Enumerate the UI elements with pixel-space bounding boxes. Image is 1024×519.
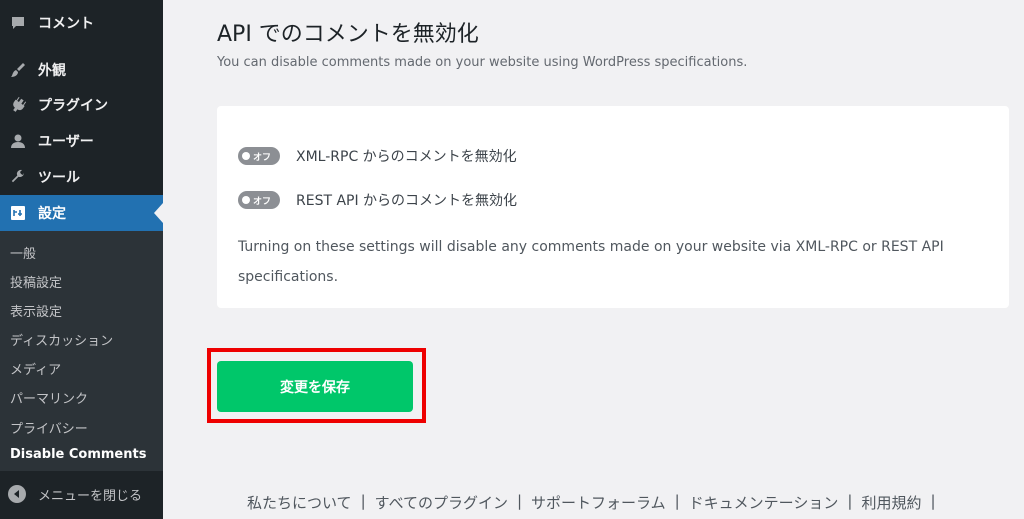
toggle-state-label: オフ [253, 152, 272, 163]
help-text: Turning on these settings will disable a… [238, 239, 944, 285]
menu-item-label: コメント [38, 16, 94, 32]
submenu-item-general[interactable]: 一般 [10, 243, 36, 262]
menu-item-label: ツール [38, 170, 80, 186]
footer-link-documentation[interactable]: ドキュメンテーション [689, 492, 839, 513]
section-title: API でのコメントを無効化 [217, 22, 479, 47]
footer-separator: | [847, 492, 853, 510]
collapse-menu-button[interactable]: メニューを閉じる [0, 474, 163, 514]
footer-link-terms[interactable]: 利用規約 [861, 492, 921, 513]
section-description: You can disable comments made on your we… [217, 55, 748, 70]
comment-icon [8, 13, 28, 33]
submenu-item-disable-comments[interactable]: Disable Comments [10, 447, 146, 462]
footer-separator: | [674, 492, 680, 510]
restapi-toggle-label: REST API からのコメントを無効化 [296, 193, 518, 209]
menu-item-plugins[interactable]: プラグイン [0, 87, 163, 123]
submenu-item-privacy[interactable]: プライバシー [10, 418, 88, 437]
footer-links: 私たちについて | すべてのプラグイン | サポートフォーラム | ドキュメンテ… [247, 492, 945, 513]
menu-item-comments[interactable]: コメント [0, 5, 163, 41]
menu-item-settings[interactable]: 設定 [0, 195, 163, 231]
settings-icon [8, 203, 28, 223]
toggle-knob [242, 152, 250, 160]
menu-item-tools[interactable]: ツール [0, 159, 163, 195]
menu-item-label: ユーザー [38, 134, 94, 150]
footer-link-about[interactable]: 私たちについて [247, 492, 352, 513]
user-icon [8, 131, 28, 151]
footer-link-all-plugins[interactable]: すべてのプラグイン [375, 492, 508, 513]
wrench-icon [8, 167, 28, 187]
footer-link-support-forum[interactable]: サポートフォーラム [531, 492, 666, 513]
menu-item-users[interactable]: ユーザー [0, 123, 163, 159]
xmlrpc-toggle[interactable]: オフ [238, 147, 280, 165]
toggle-row-restapi: オフ REST API からのコメントを無効化 [238, 190, 517, 210]
footer-separator: | [930, 492, 936, 510]
toggle-knob [242, 196, 250, 204]
paintbrush-icon [8, 60, 28, 80]
menu-item-label: プラグイン [38, 98, 108, 114]
footer-separator: | [516, 492, 523, 510]
plugin-icon [8, 95, 28, 115]
save-changes-button[interactable]: 変更を保存 [217, 361, 413, 412]
submenu-item-reading[interactable]: 表示設定 [10, 301, 62, 320]
submenu-item-permalinks[interactable]: パーマリンク [10, 388, 88, 407]
menu-item-label: 設定 [38, 206, 66, 222]
toggle-state-label: オフ [253, 196, 272, 207]
main-content: API でのコメントを無効化 You can disable comments … [163, 0, 1024, 519]
menu-item-label: 外観 [38, 63, 66, 79]
collapse-arrow-icon [8, 485, 26, 503]
restapi-toggle[interactable]: オフ [238, 191, 280, 209]
menu-item-appearance[interactable]: 外観 [0, 52, 163, 88]
submenu-item-media[interactable]: メディア [10, 359, 61, 378]
toggle-row-xmlrpc: オフ XML-RPC からのコメントを無効化 [238, 146, 517, 166]
submenu-item-discussion[interactable]: ディスカッション [10, 330, 113, 349]
footer-separator: | [360, 492, 366, 510]
submenu-item-writing[interactable]: 投稿設定 [10, 272, 62, 291]
xmlrpc-toggle-label: XML-RPC からのコメントを無効化 [296, 149, 517, 165]
settings-submenu: 一般 投稿設定 表示設定 ディスカッション メディア パーマリンク プライバシー… [0, 231, 163, 471]
collapse-menu-label: メニューを閉じる [38, 488, 143, 504]
admin-sidebar: コメント 外観 プラグイン ユーザー ツール 設定 一般 投稿設定 表示設定 デ… [0, 0, 163, 519]
settings-card: オフ XML-RPC からのコメントを無効化 オフ REST API からのコメ… [217, 106, 1009, 308]
